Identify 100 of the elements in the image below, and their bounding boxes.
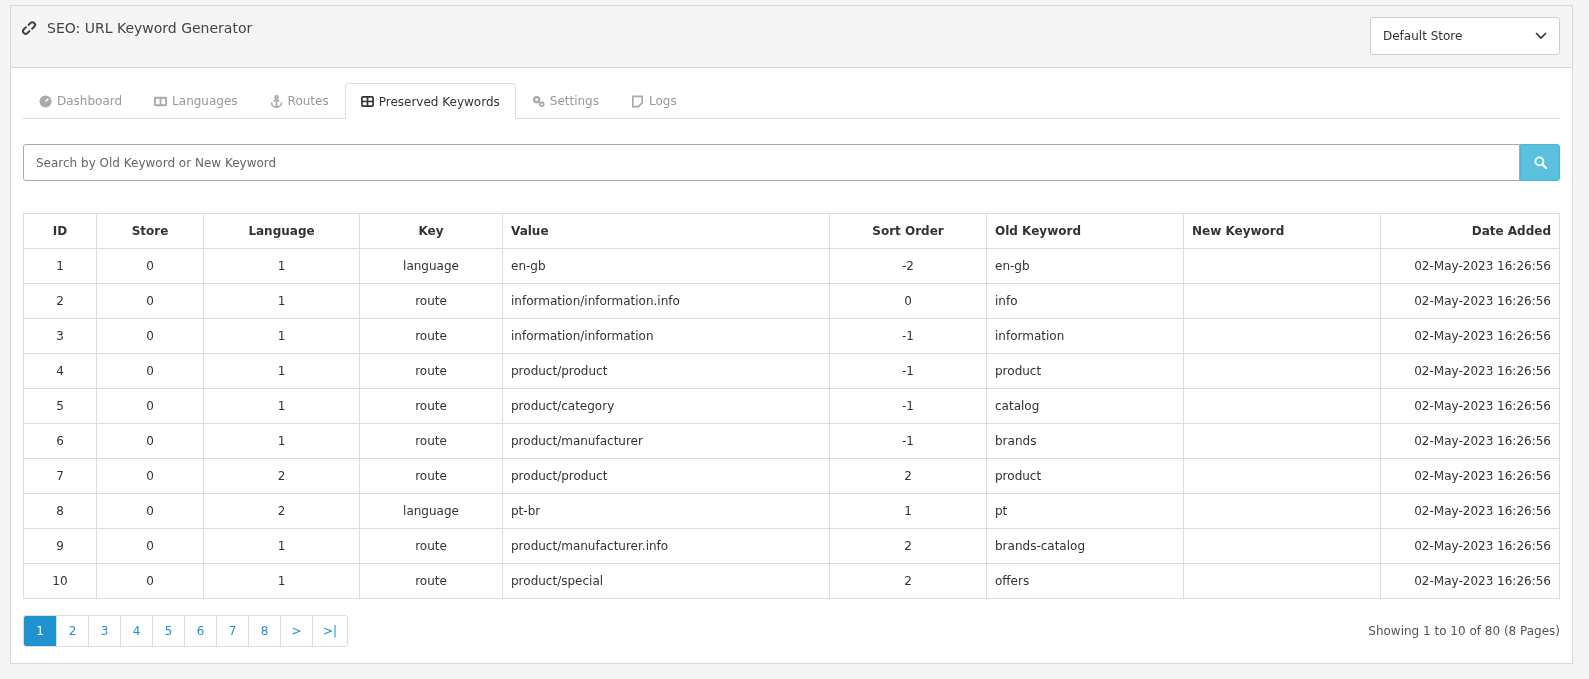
table-cell: 0 — [96, 388, 204, 424]
table-cell: product/manufacturer.info — [502, 528, 830, 564]
tab[interactable]: Settings — [515, 83, 615, 118]
tab[interactable]: Preserved Keywords — [344, 83, 516, 119]
table-cell: 02-May-2023 16:26:56 — [1380, 353, 1560, 389]
table-cell: -1 — [829, 353, 987, 389]
table-cell: route — [359, 388, 503, 424]
table-cell: 1 — [203, 563, 360, 599]
table-cell: 0 — [96, 493, 204, 529]
table-cell: 1 — [203, 248, 360, 284]
results-summary: Showing 1 to 10 of 80 (8 Pages) — [1368, 624, 1560, 638]
table-cell: 02-May-2023 16:26:56 — [1380, 248, 1560, 284]
table-cell: 1 — [203, 353, 360, 389]
table-cell: route — [359, 318, 503, 354]
table-cell: -1 — [829, 423, 987, 459]
table-cell: 2 — [829, 563, 987, 599]
column-header: Store — [96, 213, 204, 249]
table-cell: 7 — [23, 458, 97, 494]
table-cell: 02-May-2023 16:26:56 — [1380, 493, 1560, 529]
table-cell: information/information.info — [502, 283, 830, 319]
table-icon — [360, 95, 374, 108]
table-cell: 1 — [203, 388, 360, 424]
table-cell: product/manufacturer — [502, 423, 830, 459]
table-cell: 4 — [23, 353, 97, 389]
table-cell: brands — [986, 423, 1184, 459]
column-header: Language — [203, 213, 360, 249]
table-cell: product — [986, 458, 1184, 494]
table-cell: 8 — [23, 493, 97, 529]
table-cell: route — [359, 283, 503, 319]
table-cell: 02-May-2023 16:26:56 — [1380, 458, 1560, 494]
table-cell: pt-br — [502, 493, 830, 529]
table-cell: 0 — [96, 423, 204, 459]
tab[interactable]: Dashboard — [23, 83, 139, 118]
table-cell: 0 — [96, 248, 204, 284]
store-select[interactable]: Default Store — [1370, 17, 1560, 55]
table-cell: 0 — [96, 528, 204, 564]
table-cell: 2 — [23, 283, 97, 319]
table-cell: language — [359, 248, 503, 284]
column-header: Value — [502, 213, 830, 249]
table-cell: 0 — [829, 283, 987, 319]
table-cell: en-gb — [986, 248, 1184, 284]
table-cell: offers — [986, 563, 1184, 599]
gears-icon — [531, 94, 545, 108]
table-cell: route — [359, 423, 503, 459]
tab[interactable]: Languages — [138, 83, 254, 118]
table-cell: -1 — [829, 388, 987, 424]
table-cell: 9 — [23, 528, 97, 564]
chevron-down-icon — [1535, 32, 1547, 40]
table-cell: 0 — [96, 458, 204, 494]
table-cell: 3 — [23, 318, 97, 354]
table-cell: 0 — [96, 318, 204, 354]
table-cell: 10 — [23, 563, 97, 599]
table-cell: 2 — [829, 458, 987, 494]
table-cell: language — [359, 493, 503, 529]
dashboard-icon — [39, 94, 52, 108]
table-cell: 02-May-2023 16:26:56 — [1380, 563, 1560, 599]
table-cell: 02-May-2023 16:26:56 — [1380, 528, 1560, 564]
table-cell: 2 — [829, 528, 987, 564]
link-icon — [21, 20, 37, 36]
column-header: ID — [23, 213, 97, 249]
table-cell: route — [359, 528, 503, 564]
table-cell: information — [986, 318, 1184, 354]
table-cell: 1 — [829, 493, 987, 529]
table-cell: 02-May-2023 16:26:56 — [1380, 423, 1560, 459]
table-cell: 1 — [203, 283, 360, 319]
search-button[interactable] — [1520, 144, 1560, 181]
table-cell: route — [359, 353, 503, 389]
table-cell: 0 — [96, 353, 204, 389]
table-cell: 2 — [203, 493, 360, 529]
column-header: Key — [359, 213, 503, 249]
page-link[interactable]: >| — [312, 616, 348, 646]
table-cell: brands-catalog — [986, 528, 1184, 564]
page-link[interactable]: 1 — [24, 616, 56, 646]
table-cell: 02-May-2023 16:26:56 — [1380, 283, 1560, 319]
search-field[interactable]: Search by Old Keyword or New Keyword — [23, 144, 1520, 181]
table-cell: product/category — [502, 388, 830, 424]
table-cell: 5 — [23, 388, 97, 424]
table-cell: product/special — [502, 563, 830, 599]
table-cell: 2 — [203, 458, 360, 494]
tab[interactable]: Logs — [615, 83, 693, 118]
table-cell: 0 — [96, 283, 204, 319]
table-cell: route — [359, 458, 503, 494]
table-cell: en-gb — [502, 248, 830, 284]
table-cell: pt — [986, 493, 1184, 529]
table-cell: 1 — [203, 423, 360, 459]
table-cell: -1 — [829, 318, 987, 354]
table-cell: product — [986, 353, 1184, 389]
table-cell: product/product — [502, 353, 830, 389]
table-cell: 1 — [203, 528, 360, 564]
tab[interactable]: Routes — [253, 83, 345, 118]
column-header: Sort Order — [829, 213, 987, 249]
id-card-icon — [154, 94, 168, 108]
table-cell: information/information — [502, 318, 830, 354]
column-header: Date Added — [1380, 213, 1560, 249]
table-cell: info — [986, 283, 1184, 319]
table-cell: 1 — [23, 248, 97, 284]
table-cell: catalog — [986, 388, 1184, 424]
table-cell: 6 — [23, 423, 97, 459]
table-cell: 02-May-2023 16:26:56 — [1380, 388, 1560, 424]
table-cell: route — [359, 563, 503, 599]
